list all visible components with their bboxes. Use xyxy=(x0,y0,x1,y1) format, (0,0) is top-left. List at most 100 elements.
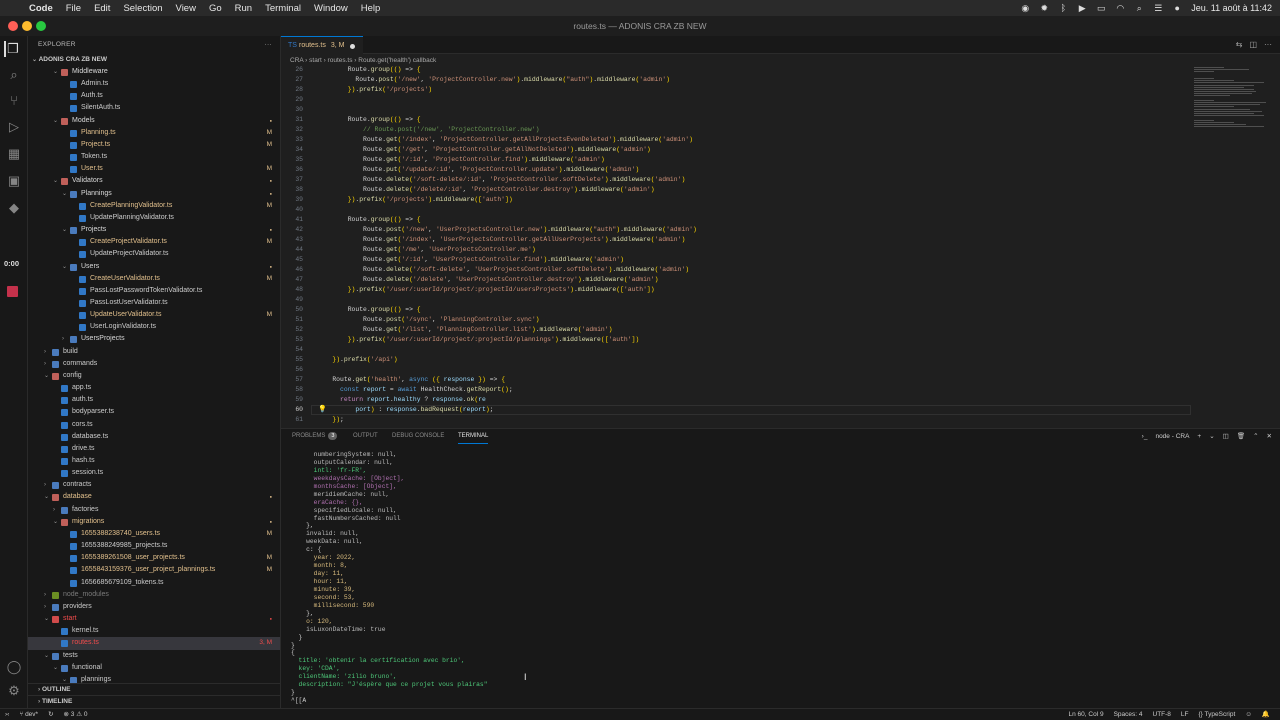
folder-item[interactable]: ⌄ Projects ● xyxy=(28,224,280,236)
menu-help[interactable]: Help xyxy=(361,3,381,14)
file-item[interactable]: CreatePlanningValidator.ts M xyxy=(28,200,280,212)
more-actions-icon[interactable]: ··· xyxy=(265,36,272,54)
file-item[interactable]: cors.ts xyxy=(28,419,280,431)
menu-file[interactable]: File xyxy=(66,3,81,14)
file-item[interactable]: session.ts xyxy=(28,467,280,479)
compare-icon[interactable]: ⇆ xyxy=(1236,40,1243,49)
folder-item[interactable]: ⌄ Users ● xyxy=(28,261,280,273)
breadcrumb[interactable]: CRA › start › routes.ts › Route.get('hea… xyxy=(281,54,1280,67)
tab-output[interactable]: OUTPUT xyxy=(353,429,378,444)
tab-routes-ts[interactable]: TS routes.ts 3, M xyxy=(281,36,363,54)
battery-icon[interactable]: ▭ xyxy=(1096,3,1106,13)
folder-item[interactable]: ⌄ start ● xyxy=(28,613,280,625)
explorer-icon[interactable]: ❐ xyxy=(4,41,20,57)
file-item[interactable]: bodyparser.ts xyxy=(28,406,280,418)
code-line[interactable]: Route.get('/get', 'ProjectController.get… xyxy=(317,145,651,155)
file-item[interactable]: 1655388238740_users.ts M xyxy=(28,528,280,540)
code-line[interactable]: Route.group(() => { xyxy=(317,115,421,125)
close-panel-icon[interactable]: ✕ xyxy=(1267,432,1272,441)
code-line[interactable]: Route.post('/new', 'UserProjectsControll… xyxy=(317,225,697,235)
code-line[interactable]: Route.get('health', async ({ response })… xyxy=(317,375,505,385)
remote-icon[interactable]: ›‹ xyxy=(5,709,9,720)
file-item[interactable]: 1655388249985_projects.ts xyxy=(28,540,280,552)
search-icon[interactable]: ⌕ xyxy=(6,67,22,83)
run-debug-icon[interactable]: ▷ xyxy=(6,119,22,135)
folder-item[interactable]: ⌄ functional xyxy=(28,662,280,674)
bluetooth-icon[interactable]: ᛒ xyxy=(1058,3,1068,13)
gear-icon[interactable]: ✹ xyxy=(1039,3,1049,13)
code-line[interactable]: }).prefix('/user/:userId/project/:projec… xyxy=(317,335,640,345)
file-item[interactable]: PassLostUserValidator.ts xyxy=(28,297,280,309)
docker-icon[interactable]: ◆ xyxy=(6,200,22,216)
folder-item[interactable]: ⌄ migrations ● xyxy=(28,516,280,528)
minimize-window-button[interactable] xyxy=(22,21,32,31)
code-line[interactable]: }).prefix('/projects').middleware(['auth… xyxy=(317,195,513,205)
indentation[interactable]: Spaces: 4 xyxy=(1114,709,1143,720)
encoding[interactable]: UTF-8 xyxy=(1153,709,1171,720)
file-item[interactable]: UserLoginValidator.ts xyxy=(28,321,280,333)
file-item[interactable]: Admin.ts xyxy=(28,78,280,90)
play-icon[interactable]: ▶ xyxy=(1077,3,1087,13)
file-item[interactable]: PassLostPasswordTokenValidator.ts xyxy=(28,285,280,297)
file-item[interactable]: database.ts xyxy=(28,431,280,443)
file-item[interactable]: routes.ts 3, M xyxy=(28,637,280,650)
account-icon[interactable]: ◯ xyxy=(6,659,22,675)
code-line[interactable]: Route.get('/me', 'UserProjectsController… xyxy=(317,245,536,255)
language-mode[interactable]: {} TypeScript xyxy=(1199,709,1236,720)
code-line[interactable]: // Route.post('/new', 'ProjectController… xyxy=(317,125,539,135)
code-line[interactable]: }).prefix('/api') xyxy=(317,355,397,365)
remote-explorer-icon[interactable]: ▣ xyxy=(6,173,22,189)
folder-item[interactable]: ⌄ Models ● xyxy=(28,115,280,127)
code-line[interactable]: Route.group(() => { xyxy=(317,305,421,315)
record-stop-icon[interactable] xyxy=(7,286,18,297)
folder-item[interactable]: › factories xyxy=(28,504,280,516)
file-item[interactable]: Planning.ts M xyxy=(28,127,280,139)
code-line[interactable]: const report = await HealthCheck.getRepo… xyxy=(317,385,513,395)
feedback-icon[interactable]: ☺ xyxy=(1245,709,1252,720)
file-item[interactable]: Project.ts M xyxy=(28,139,280,151)
file-item[interactable]: kernel.ts xyxy=(28,625,280,637)
cursor-position[interactable]: Ln 60, Col 9 xyxy=(1069,709,1104,720)
file-item[interactable]: UpdateProjectValidator.ts xyxy=(28,248,280,260)
discord-icon[interactable]: ◉ xyxy=(1020,3,1030,13)
minimap[interactable] xyxy=(1194,67,1274,167)
menu-run[interactable]: Run xyxy=(235,3,252,14)
folder-item[interactable]: ⌄ database ● xyxy=(28,491,280,503)
menu-view[interactable]: View xyxy=(176,3,196,14)
project-root[interactable]: ⌄ ADONIS CRA ZB NEW xyxy=(28,54,280,66)
siri-icon[interactable]: ● xyxy=(1172,3,1182,13)
code-line[interactable]: Route.post('/new', 'ProjectController.ne… xyxy=(317,75,670,85)
file-item[interactable]: Auth.ts xyxy=(28,90,280,102)
code-line[interactable]: port) : response.badRequest(report); xyxy=(317,405,493,415)
maximize-panel-icon[interactable]: ⌃ xyxy=(1253,432,1258,441)
code-line[interactable]: Route.get('/:id', 'ProjectController.fin… xyxy=(317,155,605,165)
file-item[interactable]: auth.ts xyxy=(28,394,280,406)
folder-item[interactable]: › build xyxy=(28,346,280,358)
file-item[interactable]: User.ts M xyxy=(28,163,280,175)
code-line[interactable]: Route.get('/list', 'PlanningController.l… xyxy=(317,325,612,335)
source-control-icon[interactable]: ⑂ xyxy=(6,93,22,109)
folder-item[interactable]: › commands xyxy=(28,358,280,370)
code-line[interactable]: Route.put('/update/:id', 'ProjectControl… xyxy=(317,165,639,175)
wifi-icon[interactable]: ◠ xyxy=(1115,3,1125,13)
menu-window[interactable]: Window xyxy=(314,3,348,14)
split-terminal-icon[interactable]: ◫ xyxy=(1223,432,1229,441)
folder-item[interactable]: ⌄ Plannings ● xyxy=(28,188,280,200)
manage-gear-icon[interactable]: ⚙ xyxy=(6,683,22,699)
end-of-line[interactable]: LF xyxy=(1181,709,1189,720)
notifications-icon[interactable]: 🔔 xyxy=(1262,709,1270,720)
close-window-button[interactable] xyxy=(8,21,18,31)
menubar-clock[interactable]: Jeu. 11 août à 11:42 xyxy=(1191,3,1272,13)
control-center-icon[interactable]: ☰ xyxy=(1153,3,1163,13)
folder-item[interactable]: › UsersProjects xyxy=(28,333,280,345)
terminal-name[interactable]: node - CRA xyxy=(1155,432,1189,441)
folder-item[interactable]: ⌄ Middleware xyxy=(28,66,280,78)
file-item[interactable]: UpdateUserValidator.ts M xyxy=(28,309,280,321)
folder-item[interactable]: › node_modules xyxy=(28,589,280,601)
menu-edit[interactable]: Edit xyxy=(94,3,110,14)
file-item[interactable]: 1656685679109_tokens.ts xyxy=(28,577,280,589)
tab-terminal[interactable]: TERMINAL xyxy=(458,429,489,444)
more-actions-icon[interactable]: ··· xyxy=(1264,40,1272,49)
outline-section[interactable]: › OUTLINE xyxy=(28,683,280,695)
code-line[interactable]: Route.group(() => { xyxy=(317,65,421,75)
